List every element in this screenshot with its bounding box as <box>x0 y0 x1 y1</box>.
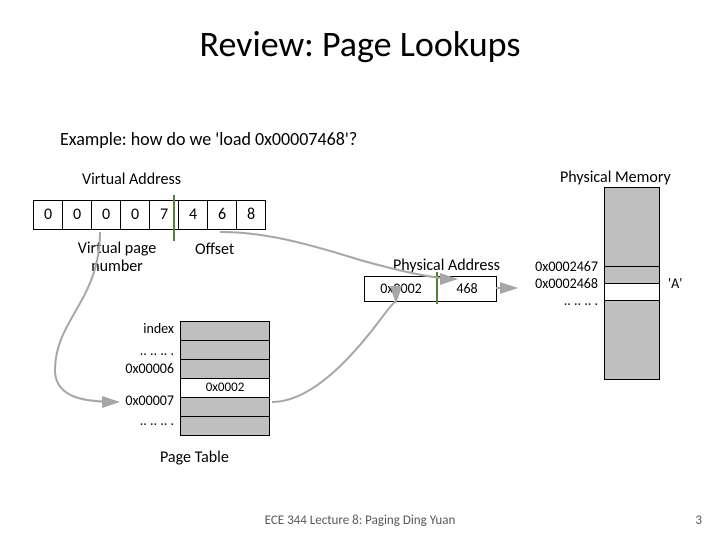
slide-footer: ECE 344 Lecture 8: Paging Ding Yuan <box>0 513 720 528</box>
vpn-offset-separator <box>173 195 175 241</box>
va-digit: 0 <box>120 200 150 230</box>
page-table-index: 0x00006 <box>110 360 174 377</box>
virtual-address-label: Virtual Address <box>82 170 181 189</box>
physical-address-offset: 468 <box>438 277 496 301</box>
physical-address-box: 0x0002 468 <box>364 276 497 302</box>
page-table-row <box>180 416 270 436</box>
virtual-address-bytes: 0 0 0 0 7 4 6 8 <box>34 200 266 230</box>
va-digit: 0 <box>62 200 92 230</box>
page-table-row <box>180 321 270 341</box>
memory-segment <box>604 187 660 267</box>
memory-address: 0x0002467 <box>520 258 598 275</box>
page-table-index-header: index <box>118 320 174 337</box>
virtual-page-number-label: Virtual page number <box>62 240 172 275</box>
page-table-row <box>180 340 270 360</box>
page-table-row <box>180 397 270 417</box>
physical-memory-column <box>604 188 660 380</box>
page-table-index: 0x00007 <box>110 392 174 409</box>
slide-title: Review: Page Lookups <box>0 22 720 66</box>
page-table-row-highlight: 0x0002 <box>180 378 270 398</box>
memory-segment-highlight <box>604 283 660 301</box>
physical-address-separator <box>436 272 438 304</box>
memory-segment <box>604 266 660 284</box>
example-text: Example: how do we 'load 0x00007468'? <box>60 128 357 150</box>
va-digit: 8 <box>236 200 266 230</box>
physical-address-frame: 0x0002 <box>365 277 438 301</box>
page-table: 0x0002 <box>180 322 270 436</box>
page-table-row <box>180 359 270 379</box>
memory-segment <box>604 300 660 380</box>
va-digit: 4 <box>178 200 208 230</box>
memory-address: 0x0002468 <box>520 275 598 292</box>
page-table-dots: .. .. .. . <box>118 412 174 429</box>
slide-number: 3 <box>695 513 702 528</box>
memory-value: 'A' <box>668 275 682 292</box>
physical-memory-label: Physical Memory <box>560 168 671 187</box>
va-digit: 0 <box>91 200 121 230</box>
physical-address-label: Physical Address <box>393 256 500 275</box>
memory-address-dots: .. .. .. . <box>520 292 598 309</box>
page-table-label: Page Table <box>160 448 229 467</box>
offset-label: Offset <box>195 240 234 259</box>
page-table-dots: .. .. .. . <box>118 342 174 359</box>
va-digit: 0 <box>33 200 63 230</box>
va-digit: 6 <box>207 200 237 230</box>
